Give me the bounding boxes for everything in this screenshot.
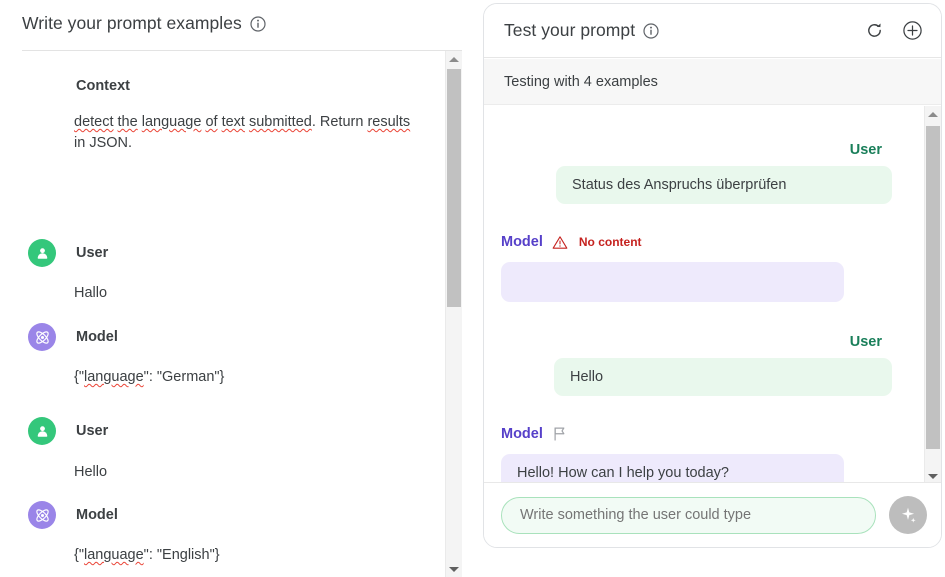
- turn-text[interactable]: Hallo: [74, 283, 107, 303]
- page-title: Write your prompt examples: [22, 13, 242, 33]
- left-scrollbar-thumb[interactable]: [447, 69, 461, 307]
- left-panel-header: Write your prompt examples: [22, 13, 266, 34]
- test-panel-title-wrap: Test your prompt: [504, 20, 659, 41]
- flag-outline-icon: [554, 427, 565, 441]
- generate-button[interactable]: [889, 496, 927, 534]
- user-avatar-icon: [37, 425, 47, 437]
- model-message-bubble[interactable]: [501, 262, 844, 302]
- left-scrollbar[interactable]: [445, 51, 462, 577]
- model-avatar-icon: [28, 501, 56, 529]
- info-icon[interactable]: [643, 22, 659, 39]
- sparkle-icon: [901, 507, 916, 523]
- model-avatar-icon: [35, 508, 49, 522]
- examples-scroll-region: Context detect the language of text subm…: [0, 51, 462, 577]
- scroll-up-arrow-icon[interactable]: [925, 106, 941, 122]
- turn-role-label: Model: [76, 329, 118, 345]
- warning-triangle-icon[interactable]: [552, 235, 568, 250]
- prompt-examples-panel: Write your prompt examples Context detec…: [0, 0, 462, 577]
- turn-text[interactable]: Hello: [74, 462, 107, 482]
- test-panel-actions: [863, 20, 923, 42]
- model-label-row: Model No content: [501, 234, 642, 250]
- scroll-up-arrow-icon[interactable]: [446, 51, 462, 67]
- info-icon[interactable]: [250, 15, 266, 32]
- test-panel-title: Test your prompt: [504, 20, 636, 40]
- user-avatar-icon: [28, 417, 56, 445]
- refresh-icon: [867, 23, 881, 37]
- test-prompt-panel: Test your prompt Testing with 4 examples…: [483, 3, 942, 548]
- user-message-bubble[interactable]: Hello: [554, 358, 892, 396]
- model-role-label: Model: [501, 426, 543, 442]
- status-badge: No content: [578, 235, 642, 249]
- message-input[interactable]: [501, 496, 876, 534]
- model-role-label: Model: [501, 234, 543, 250]
- chat-scrollbar-thumb[interactable]: [926, 126, 940, 449]
- turn-role-label: User: [76, 423, 109, 439]
- testing-status-text: Testing with 4 examples: [504, 73, 658, 90]
- model-message-bubble[interactable]: Hello! How can I help you today?: [501, 454, 844, 484]
- turn-role-label: User: [76, 245, 109, 261]
- testing-status-bar: Testing with 4 examples: [484, 59, 941, 105]
- context-label: Context: [76, 78, 130, 94]
- message-composer: [484, 482, 941, 547]
- turn-text[interactable]: {"language": "English"}: [74, 545, 220, 565]
- warning-triangle-icon: [552, 235, 568, 249]
- scroll-down-arrow-icon[interactable]: [446, 561, 462, 577]
- add-button[interactable]: [901, 20, 923, 42]
- test-panel-header: Test your prompt: [484, 4, 941, 58]
- user-role-label: User: [849, 334, 882, 350]
- model-label-row: Model: [501, 426, 567, 442]
- user-avatar-icon: [37, 247, 47, 259]
- user-role-label: User: [849, 142, 882, 158]
- context-text[interactable]: detect the language of text submitted. R…: [74, 112, 414, 154]
- user-message-bubble[interactable]: Status des Anspruchs überprüfen: [556, 166, 892, 204]
- user-avatar-icon: [28, 239, 56, 267]
- chat-scrollbar[interactable]: [924, 106, 941, 484]
- chat-scroll-region: User Status des Anspruchs überprüfen Model…: [484, 106, 941, 484]
- plus-circle-icon: [902, 21, 922, 40]
- turn-role-label: Model: [76, 507, 118, 523]
- refresh-button[interactable]: [863, 20, 885, 42]
- model-avatar-icon: [28, 323, 56, 351]
- flag-outline-icon[interactable]: [552, 426, 567, 442]
- turn-text[interactable]: {"language": "German"}: [74, 367, 224, 387]
- model-avatar-icon: [35, 330, 49, 344]
